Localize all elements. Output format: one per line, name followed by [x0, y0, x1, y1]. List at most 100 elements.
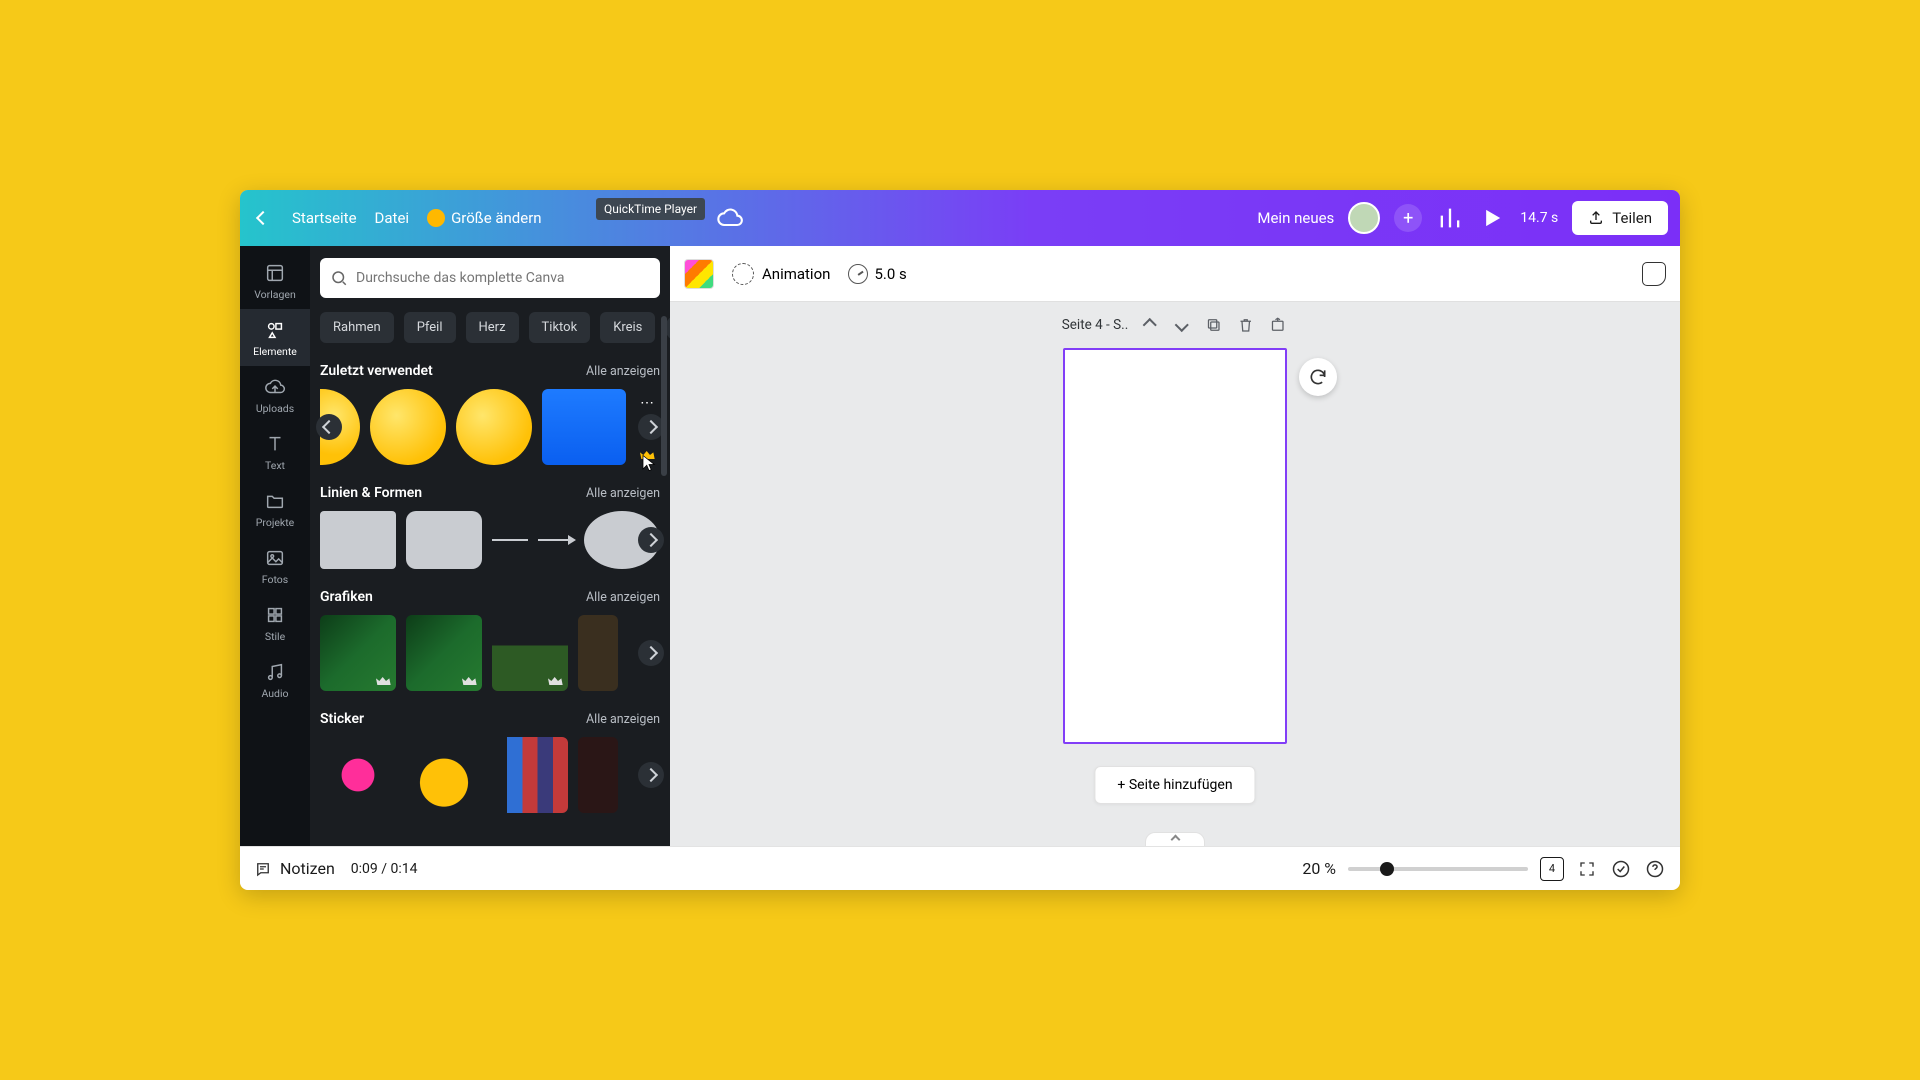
crown-icon — [640, 449, 656, 461]
projects-icon — [264, 490, 286, 512]
rail-elements[interactable]: Elemente — [240, 309, 310, 366]
shape-arrow-line[interactable] — [538, 539, 574, 541]
fullscreen-button[interactable] — [1576, 858, 1598, 880]
text-icon — [264, 433, 286, 455]
top-bar: Startseite Datei Größe ändern QuickTime … — [240, 190, 1680, 246]
home-link[interactable]: Startseite — [292, 209, 357, 227]
graphics-next[interactable] — [638, 640, 664, 666]
tooltip-quicktime: QuickTime Player — [596, 198, 705, 220]
recent-item-thinking-emoji[interactable] — [370, 389, 446, 465]
page-next[interactable] — [1170, 314, 1192, 336]
panel-scrollbar[interactable] — [661, 316, 667, 476]
graphic-jungle-1[interactable] — [320, 615, 396, 691]
canvas-area: Animation 5.0 s Seite 4 - S.. — [670, 246, 1680, 846]
chip-rahmen[interactable]: Rahmen — [320, 312, 394, 343]
present-button[interactable] — [1478, 204, 1506, 232]
animation-label: Animation — [762, 265, 830, 283]
canvas-toolbar: Animation 5.0 s — [670, 246, 1680, 302]
share-icon — [1588, 210, 1604, 226]
chip-herz[interactable]: Herz — [466, 312, 519, 343]
section-graphics: Grafiken Alle anzeigen — [320, 589, 660, 691]
delete-page-button[interactable] — [1234, 314, 1256, 336]
back-button[interactable] — [252, 207, 274, 229]
sticker-turkey[interactable] — [320, 737, 396, 813]
shape-line[interactable] — [492, 539, 528, 541]
elements-icon — [264, 319, 286, 341]
rail-text[interactable]: Text — [240, 423, 310, 480]
page-duration-button[interactable]: 5.0 s — [848, 264, 906, 284]
notes-button[interactable]: Notizen — [254, 859, 335, 878]
crown-icon — [462, 675, 478, 687]
shape-rounded-square[interactable] — [406, 511, 482, 569]
recent-item-yum-emoji[interactable]: ⋯ — [456, 389, 532, 465]
assistant-button[interactable] — [1642, 262, 1666, 286]
add-collaborator-button[interactable]: + — [1394, 204, 1422, 232]
elements-panel: Rahmen Pfeil Herz Tiktok Kreis Zuletzt v… — [310, 246, 670, 846]
rail-elements-label: Elemente — [253, 345, 297, 358]
graphic-tree[interactable] — [578, 615, 618, 691]
animation-icon — [732, 263, 754, 285]
sticker-runner[interactable] — [578, 737, 618, 813]
section-sticker-all[interactable]: Alle anzeigen — [586, 712, 660, 727]
side-rail: Vorlagen Elemente Uploads Text Projekte … — [240, 246, 310, 846]
rail-text-label: Text — [265, 459, 285, 472]
background-color-swatch[interactable] — [684, 259, 714, 289]
page-count-box[interactable]: 4 — [1540, 857, 1564, 881]
rail-templates[interactable]: Vorlagen — [240, 252, 310, 309]
rail-uploads[interactable]: Uploads — [240, 366, 310, 423]
help-button[interactable] — [1644, 858, 1666, 880]
recent-item-blue-gradient[interactable] — [542, 389, 626, 465]
animation-button[interactable]: Animation — [732, 263, 830, 285]
page-duration-value: 5.0 s — [874, 265, 906, 283]
section-sticker-title: Sticker — [320, 711, 364, 727]
page-prev[interactable] — [1138, 314, 1160, 336]
footer-bar: Notizen 0:09 / 0:14 20 % 4 — [240, 846, 1680, 890]
duplicate-page-button[interactable] — [1202, 314, 1224, 336]
sticker-barchart[interactable] — [492, 737, 568, 813]
page-label: Seite 4 - S.. — [1062, 317, 1129, 333]
recent-prev[interactable] — [316, 414, 342, 440]
search-icon — [330, 269, 348, 287]
notes-label: Notizen — [280, 859, 335, 878]
section-graphics-all[interactable]: Alle anzeigen — [586, 590, 660, 605]
share-label: Teilen — [1612, 209, 1652, 227]
sticker-thumbsup[interactable] — [406, 737, 482, 813]
refresh-icon — [1308, 367, 1328, 387]
rail-photos[interactable]: Fotos — [240, 537, 310, 594]
shape-square[interactable] — [320, 511, 396, 569]
page-canvas[interactable] — [1063, 348, 1287, 744]
zoom-slider[interactable] — [1348, 867, 1528, 871]
regenerate-button[interactable] — [1299, 358, 1337, 396]
section-lines-all[interactable]: Alle anzeigen — [586, 486, 660, 501]
zoom-thumb[interactable] — [1380, 862, 1394, 876]
sticker-next[interactable] — [638, 762, 664, 788]
lines-next[interactable] — [638, 527, 664, 553]
project-name[interactable]: Mein neues — [1257, 209, 1334, 227]
section-lines-title: Linien & Formen — [320, 485, 422, 501]
chip-pfeil[interactable]: Pfeil — [404, 312, 456, 343]
section-graphics-title: Grafiken — [320, 589, 373, 605]
resize-button[interactable]: Größe ändern — [427, 209, 542, 227]
play-time: 0:09 / 0:14 — [351, 861, 418, 877]
timeline-drawer-handle[interactable] — [1145, 832, 1205, 846]
share-button[interactable]: Teilen — [1572, 201, 1668, 235]
rail-styles[interactable]: Stile — [240, 594, 310, 651]
app-window: Startseite Datei Größe ändern QuickTime … — [240, 190, 1680, 890]
insights-button[interactable] — [1436, 204, 1464, 232]
section-recent-all[interactable]: Alle anzeigen — [586, 364, 660, 379]
notes-icon — [254, 860, 272, 878]
graphic-jungle-2[interactable] — [406, 615, 482, 691]
expand-page-button[interactable] — [1266, 314, 1288, 336]
search-input[interactable] — [356, 270, 650, 286]
check-badge-button[interactable] — [1610, 858, 1632, 880]
more-icon[interactable]: ⋯ — [640, 395, 654, 411]
search-input-wrapper[interactable] — [320, 258, 660, 298]
chip-kreis[interactable]: Kreis — [600, 312, 655, 343]
graphic-vines[interactable] — [492, 615, 568, 691]
chip-tiktok[interactable]: Tiktok — [529, 312, 591, 343]
file-menu[interactable]: Datei — [375, 209, 410, 227]
rail-audio[interactable]: Audio — [240, 651, 310, 708]
rail-projects[interactable]: Projekte — [240, 480, 310, 537]
add-page-button[interactable]: + Seite hinzufügen — [1094, 766, 1255, 804]
avatar[interactable] — [1348, 202, 1380, 234]
